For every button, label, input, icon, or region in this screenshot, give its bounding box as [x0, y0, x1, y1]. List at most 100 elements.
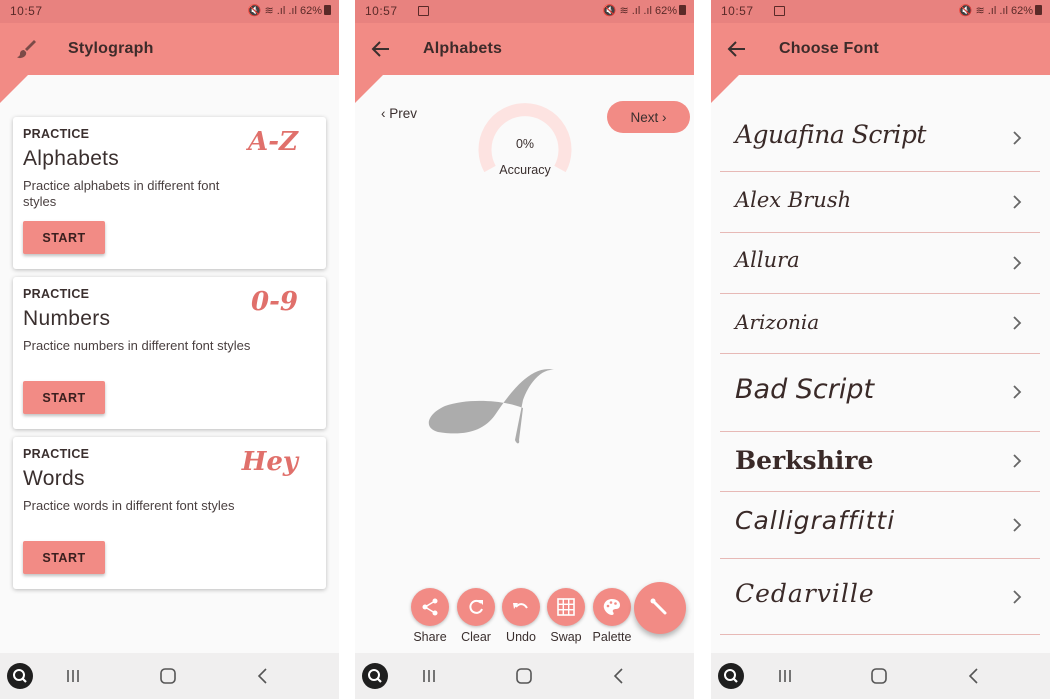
recent-apps-icon[interactable] — [62, 665, 84, 687]
chevron-right-icon — [1013, 385, 1022, 399]
card-words: PRACTICE Words Practice words in differe… — [13, 437, 326, 589]
screen-stylograph: 10:57 🔇 ≋ .ıl .ıl 62% Stylograph PRACTIC… — [0, 0, 339, 699]
status-icons: 🔇 ≋ .ıl .ıl 62% — [603, 4, 686, 17]
font-item-calligraffitti[interactable]: Calligraffitti — [720, 492, 1040, 559]
share-icon — [422, 598, 438, 616]
status-icons: 🔇 ≋ .ıl .ıl 62% — [959, 4, 1042, 17]
appbar-corner — [0, 75, 28, 103]
palette-button[interactable] — [593, 588, 631, 626]
chevron-right-icon — [1013, 590, 1022, 604]
font-name: Calligraffitti — [735, 506, 896, 535]
card-decoration: 0-9 — [251, 287, 298, 317]
grid-icon — [557, 598, 575, 616]
card-description: Practice alphabets in different font sty… — [23, 178, 220, 209]
card-description: Practice numbers in different font style… — [23, 338, 251, 353]
status-time: 10:57 — [10, 4, 43, 18]
chevron-right-icon — [1013, 256, 1022, 270]
status-bar: 10:57 🔇 ≋ .ıl .ıl 62% — [0, 0, 339, 23]
card-kicker: PRACTICE — [23, 287, 90, 301]
back-nav-icon[interactable] — [252, 665, 274, 687]
system-nav-bar — [711, 653, 1050, 699]
font-name: Berkshire — [735, 446, 874, 475]
brush-icon — [650, 598, 667, 615]
undo-icon — [513, 603, 528, 609]
home-icon[interactable] — [868, 665, 890, 687]
start-numbers-button[interactable]: START — [23, 381, 105, 414]
magnifier-icon[interactable] — [718, 663, 744, 689]
image-notification-icon — [774, 6, 785, 16]
palette-icon — [603, 599, 620, 615]
back-nav-icon[interactable] — [963, 665, 985, 687]
font-item-cedarville[interactable]: Cedarville — [720, 559, 1040, 635]
card-decoration: Hey — [241, 447, 298, 477]
chevron-right-icon: › — [662, 109, 667, 125]
appbar-corner — [355, 75, 383, 103]
accuracy-value: 0% — [515, 137, 535, 151]
battery-level: 62% — [1010, 5, 1033, 17]
font-name: Allura — [735, 248, 800, 272]
clear-button[interactable] — [457, 588, 495, 626]
card-heading: Numbers — [23, 307, 111, 330]
app-bar: Stylograph — [0, 23, 339, 75]
font-name: Bad Script — [735, 374, 875, 405]
screen-choose-font: 10:57 🔇 ≋ .ıl .ıl 62% Choose Font Aguafi… — [711, 0, 1050, 699]
font-item-arizonia[interactable]: Arizonia — [720, 294, 1040, 354]
app-bar: Alphabets — [355, 23, 694, 75]
prev-button[interactable]: ‹ Prev — [381, 106, 417, 121]
page-title: Alphabets — [423, 40, 503, 57]
chevron-right-icon — [1013, 316, 1022, 330]
recent-apps-icon[interactable] — [418, 665, 440, 687]
font-name: Arizonia — [735, 310, 820, 334]
font-item-aguafina-script[interactable]: Aguafina Script — [720, 104, 1040, 172]
image-notification-icon — [418, 6, 429, 16]
system-nav-bar — [355, 653, 694, 699]
font-item-bad-script[interactable]: Bad Script — [720, 354, 1040, 432]
palette-label: Palette — [592, 630, 632, 644]
battery-level: 62% — [299, 5, 322, 17]
home-icon[interactable] — [157, 665, 179, 687]
start-alphabets-button[interactable]: START — [23, 221, 105, 254]
undo-button[interactable] — [502, 588, 540, 626]
back-nav-icon[interactable] — [608, 665, 630, 687]
card-numbers: PRACTICE Numbers Practice numbers in dif… — [13, 277, 326, 429]
start-words-button[interactable]: START — [23, 541, 105, 574]
recent-apps-icon[interactable] — [774, 665, 796, 687]
status-bar: 10:57 🔇 ≋ .ıl .ıl 62% — [355, 0, 694, 23]
card-alphabets: PRACTICE Alphabets Practice alphabets in… — [13, 117, 326, 269]
battery-icon — [679, 5, 686, 15]
card-description: Practice words in different font styles — [23, 498, 235, 513]
card-heading: Words — [23, 467, 85, 490]
font-item-alex-brush[interactable]: Alex Brush — [720, 172, 1040, 233]
appbar-corner — [711, 75, 739, 103]
app-bar: Choose Font — [711, 23, 1050, 75]
chevron-left-icon: ‹ — [381, 106, 386, 121]
magnifier-icon[interactable] — [362, 663, 388, 689]
chevron-right-icon — [1013, 131, 1022, 145]
chevron-right-icon — [1013, 454, 1022, 468]
magnifier-icon[interactable] — [7, 663, 33, 689]
back-arrow-icon[interactable] — [725, 37, 749, 61]
draw-fab[interactable] — [634, 582, 686, 634]
home-icon[interactable] — [513, 665, 535, 687]
card-heading: Alphabets — [23, 147, 120, 170]
chevron-right-icon — [1013, 518, 1022, 532]
share-button[interactable] — [411, 588, 449, 626]
status-time: 10:57 — [365, 4, 398, 18]
font-item-allura[interactable]: Allura — [720, 233, 1040, 294]
font-name: Aguafina Script — [735, 120, 926, 149]
chevron-right-icon — [1013, 195, 1022, 209]
refresh-icon — [469, 599, 483, 614]
back-arrow-icon[interactable] — [369, 37, 393, 61]
swap-button[interactable] — [547, 588, 585, 626]
font-item-berkshire[interactable]: Berkshire — [720, 432, 1040, 492]
next-button[interactable]: Next › — [607, 101, 690, 133]
font-name: Cedarville — [735, 579, 875, 608]
page-title: Stylograph — [68, 40, 154, 57]
battery-icon — [324, 5, 331, 15]
card-kicker: PRACTICE — [23, 127, 90, 141]
status-time: 10:57 — [721, 4, 754, 18]
battery-level: 62% — [654, 5, 677, 17]
screen-alphabets: 10:57 🔇 ≋ .ıl .ıl 62% Alphabets ‹ Prev N… — [355, 0, 694, 699]
prev-label: Prev — [389, 106, 418, 121]
letter-template-A — [428, 369, 555, 444]
